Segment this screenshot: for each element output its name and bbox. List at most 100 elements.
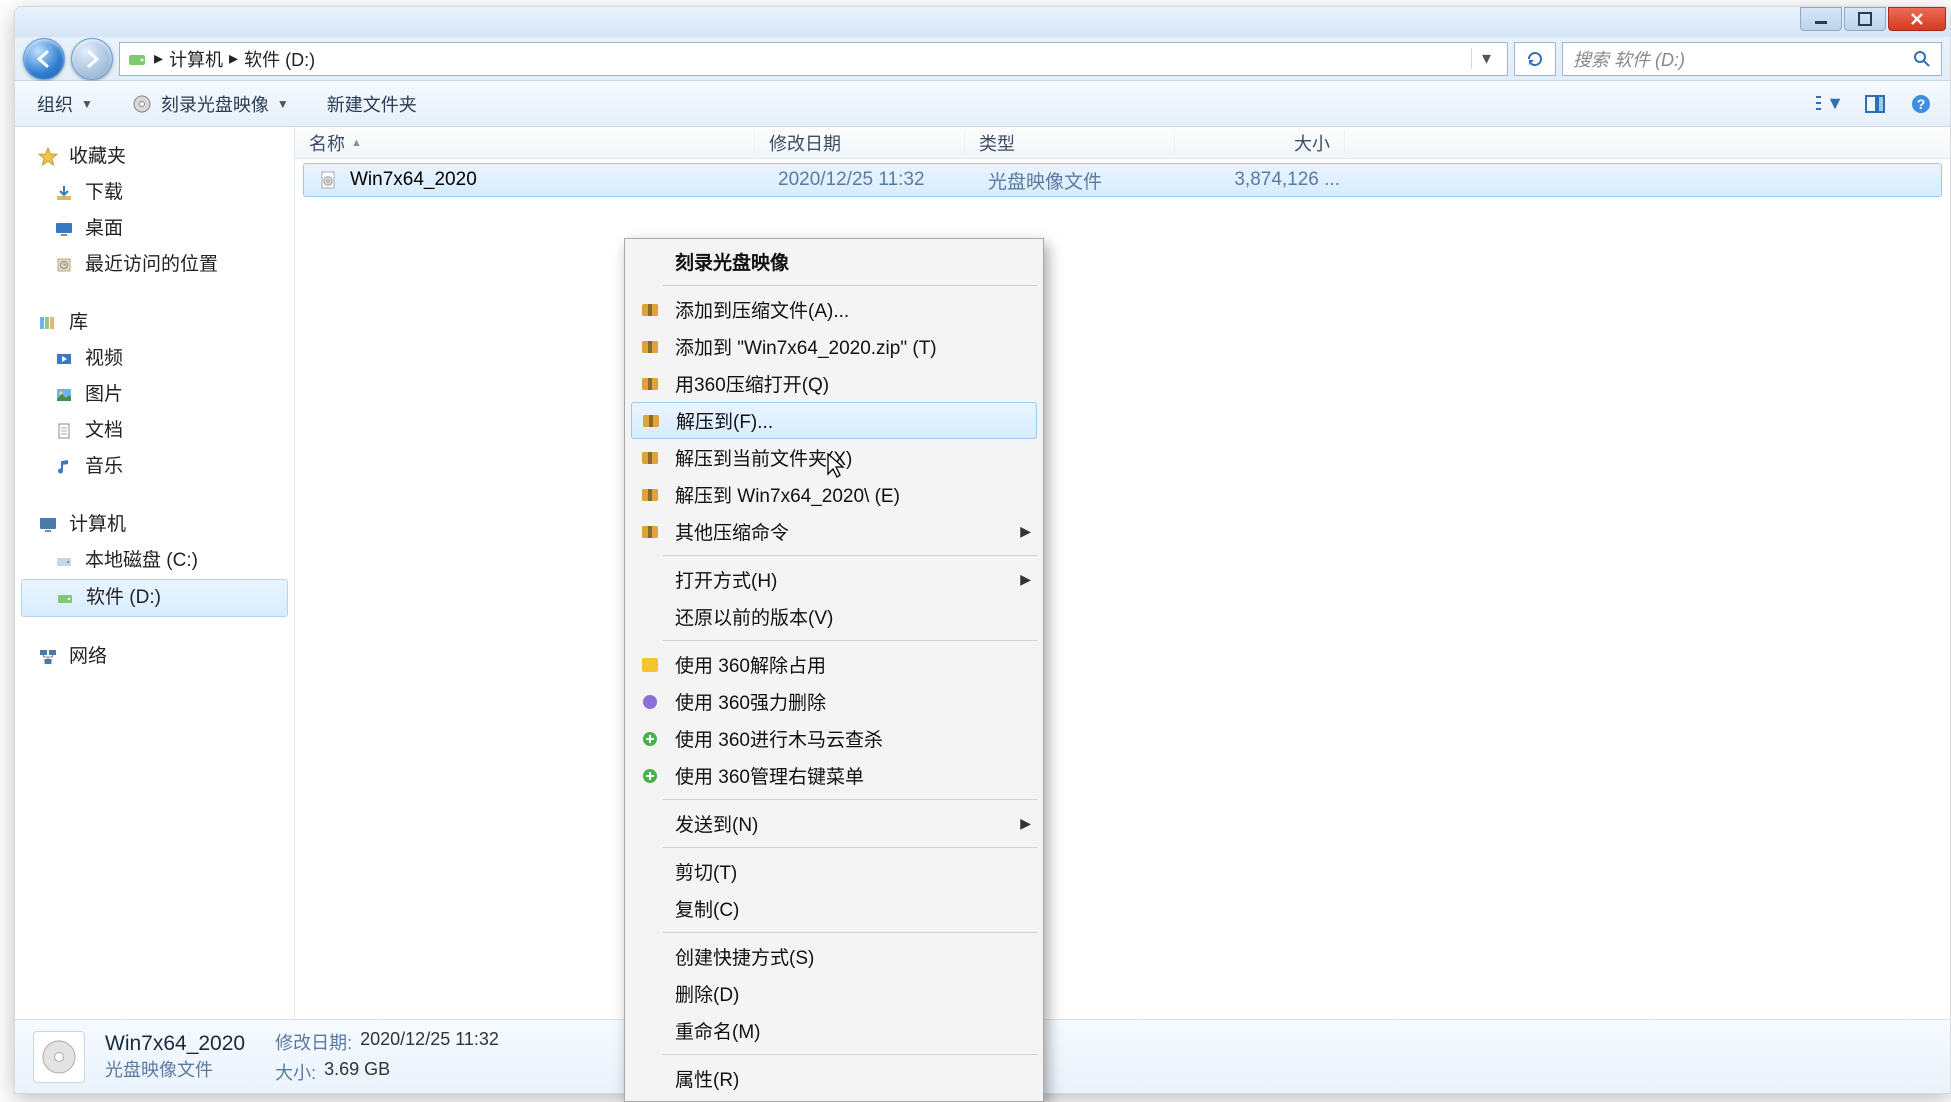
context-menu-item[interactable]: 其他压缩命令 ▶ <box>627 513 1041 550</box>
archive-icon <box>637 299 663 321</box>
organize-label: 组织 <box>37 91 73 117</box>
context-menu-item[interactable]: 解压到(F)... <box>631 402 1037 439</box>
address-dropdown[interactable]: ▾ <box>1471 48 1501 69</box>
context-menu-separator <box>663 640 1037 641</box>
preview-pane-button[interactable] <box>1860 89 1890 119</box>
sidebar-network[interactable]: 网络 <box>15 639 294 675</box>
sidebar-item-music[interactable]: 音乐 <box>15 449 294 485</box>
forward-button[interactable] <box>71 38 113 80</box>
sidebar-item-downloads[interactable]: 下载 <box>15 175 294 211</box>
context-menu-item[interactable]: 打开方式(H)▶ <box>627 561 1041 598</box>
iso-file-icon <box>318 169 340 191</box>
music-icon <box>53 456 75 478</box>
context-menu-item[interactable]: 解压到 Win7x64_2020\ (E) <box>627 476 1041 513</box>
sidebar-libraries[interactable]: 库 <box>15 305 294 341</box>
back-button[interactable] <box>23 38 65 80</box>
sidebar-item-desktop[interactable]: 桌面 <box>15 211 294 247</box>
context-menu-item[interactable]: 属性(R) <box>627 1060 1041 1097</box>
context-menu-item[interactable]: 刻录光盘映像 <box>627 243 1041 280</box>
context-menu-item[interactable]: 创建快捷方式(S) <box>627 938 1041 975</box>
context-menu-label: 使用 360解除占用 <box>675 651 826 678</box>
organize-button[interactable]: 组织 ▼ <box>29 87 101 121</box>
sidebar-computer[interactable]: 计算机 <box>15 507 294 543</box>
context-menu-item[interactable]: 使用 360进行木马云查杀 <box>627 720 1041 757</box>
context-menu-item[interactable]: 使用 360强力删除 <box>627 683 1041 720</box>
context-menu-item[interactable]: 复制(C) <box>627 890 1041 927</box>
context-menu-item[interactable]: 剪切(T) <box>627 853 1041 890</box>
sidebar-item-drive-c[interactable]: 本地磁盘 (C:) <box>15 543 294 579</box>
new-folder-label: 新建文件夹 <box>327 91 417 117</box>
drive-icon <box>126 48 148 70</box>
blank-icon <box>637 898 663 920</box>
context-menu-separator <box>663 285 1037 286</box>
sidebar-item-recent[interactable]: 最近访问的位置 <box>15 247 294 283</box>
help-button[interactable]: ? <box>1906 89 1936 119</box>
library-icon <box>37 312 59 334</box>
360g-icon <box>637 728 663 750</box>
blank-icon <box>637 813 663 835</box>
sidebar-item-videos[interactable]: 视频 <box>15 341 294 377</box>
context-menu-item[interactable]: 还原以前的版本(V) <box>627 598 1041 635</box>
column-size[interactable]: 大小 <box>1175 130 1345 156</box>
context-menu-label: 使用 360强力删除 <box>675 688 826 715</box>
context-menu-separator <box>663 799 1037 800</box>
context-menu-label: 其他压缩命令 <box>675 518 789 545</box>
disc-icon <box>131 93 153 115</box>
context-menu-item[interactable]: 添加到 "Win7x64_2020.zip" (T) <box>627 328 1041 365</box>
context-menu-separator <box>663 847 1037 848</box>
context-menu-label: 属性(R) <box>675 1065 739 1092</box>
context-menu-item[interactable]: 发送到(N)▶ <box>627 805 1041 842</box>
breadcrumb-folder[interactable]: 软件 (D:) <box>244 46 315 72</box>
column-headers: 名称 ▲ 修改日期 类型 大小 <box>295 127 1950 159</box>
chevron-down-icon: ▼ <box>277 97 289 111</box>
details-name: Win7x64_2020 <box>105 1032 245 1056</box>
burn-image-button[interactable]: 刻录光盘映像 ▼ <box>123 87 297 121</box>
blank-icon <box>637 606 663 628</box>
submenu-arrow-icon: ▶ <box>1020 571 1031 588</box>
search-icon <box>1913 50 1931 68</box>
breadcrumb-root[interactable]: 计算机 <box>169 46 223 72</box>
file-row[interactable]: Win7x64_2020 2020/12/25 11:32 光盘映像文件 3,8… <box>303 163 1942 197</box>
submenu-arrow-icon: ▶ <box>1020 523 1031 540</box>
context-menu-label: 剪切(T) <box>675 858 737 885</box>
new-folder-button[interactable]: 新建文件夹 <box>319 87 425 121</box>
maximize-button[interactable] <box>1844 7 1886 31</box>
context-menu-item[interactable]: 添加到压缩文件(A)... <box>627 291 1041 328</box>
column-name[interactable]: 名称 ▲ <box>295 130 755 156</box>
context-menu-label: 删除(D) <box>675 980 739 1007</box>
view-options-button[interactable]: ▼ <box>1814 89 1844 119</box>
context-menu: 刻录光盘映像添加到压缩文件(A)...添加到 "Win7x64_2020.zip… <box>624 238 1044 1102</box>
column-date[interactable]: 修改日期 <box>755 130 965 156</box>
star-icon <box>37 146 59 168</box>
search-input[interactable]: 搜索 软件 (D:) <box>1562 42 1942 76</box>
context-menu-item[interactable]: 重命名(M) <box>627 1012 1041 1049</box>
sidebar-item-pictures[interactable]: 图片 <box>15 377 294 413</box>
file-name: Win7x64_2020 <box>350 169 477 191</box>
close-button[interactable] <box>1888 7 1946 31</box>
minimize-button[interactable] <box>1800 7 1842 31</box>
file-date: 2020/12/25 11:32 <box>764 169 974 191</box>
context-menu-item[interactable]: 用360压缩打开(Q) <box>627 365 1041 402</box>
context-menu-item[interactable]: 删除(D) <box>627 975 1041 1012</box>
sidebar-item-drive-d[interactable]: 软件 (D:) <box>21 579 288 617</box>
context-menu-separator <box>663 932 1037 933</box>
context-menu-item[interactable]: 使用 360管理右键菜单 <box>627 757 1041 794</box>
drive-icon <box>54 587 76 609</box>
archive-icon <box>637 484 663 506</box>
titlebar <box>15 7 1950 37</box>
refresh-button[interactable] <box>1514 42 1556 76</box>
blank-icon <box>637 1068 663 1090</box>
desktop-icon <box>53 218 75 240</box>
context-menu-item[interactable]: 使用 360解除占用 <box>627 646 1041 683</box>
sidebar-item-documents[interactable]: 文档 <box>15 413 294 449</box>
context-menu-label: 发送到(N) <box>675 810 758 837</box>
column-type[interactable]: 类型 <box>965 130 1175 156</box>
blank-icon <box>637 861 663 883</box>
details-date: 2020/12/25 11:32 <box>360 1029 499 1055</box>
address-bar[interactable]: ▸ 计算机 ▸ 软件 (D:) ▾ <box>119 42 1508 76</box>
context-menu-label: 创建快捷方式(S) <box>675 943 814 970</box>
nav-row: ▸ 计算机 ▸ 软件 (D:) ▾ 搜索 软件 (D:) <box>15 37 1950 81</box>
context-menu-label: 解压到 Win7x64_2020\ (E) <box>675 481 900 508</box>
burn-label: 刻录光盘映像 <box>161 91 269 117</box>
sidebar-favorites[interactable]: 收藏夹 <box>15 139 294 175</box>
